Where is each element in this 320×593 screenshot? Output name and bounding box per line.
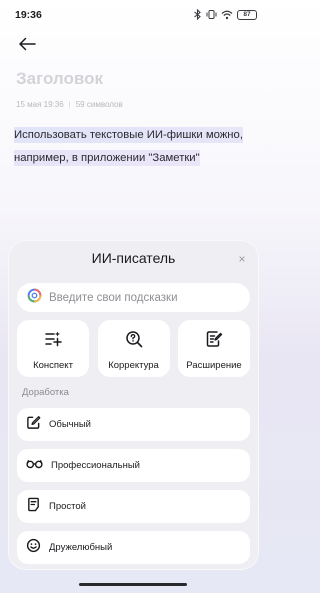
edit-icon (26, 415, 41, 435)
tone-label: Обычный (49, 419, 91, 430)
vibrate-icon (206, 9, 217, 20)
selected-text[interactable]: Использовать текстовые ИИ-фишки можно, н… (14, 127, 243, 166)
document-icon (26, 497, 41, 517)
panel-title: ИИ-писатель (91, 250, 176, 266)
meta-separator: | (68, 100, 71, 109)
wifi-icon (221, 10, 233, 20)
battery-icon: 87 (237, 9, 257, 20)
note-date: 15 мая 19:36 (16, 100, 64, 109)
prompt-input[interactable]: Введите свои подсказки (17, 283, 250, 312)
note-title[interactable]: Заголовок (16, 69, 103, 89)
ai-writer-panel: ИИ-писатель × Введите свои подсказки Кон… (8, 240, 259, 570)
proofread-button[interactable]: Корректура (97, 320, 170, 377)
status-icons: 87 (193, 9, 257, 20)
tone-label: Профессиональный (51, 460, 140, 471)
status-bar: 19:36 87 (0, 0, 267, 28)
summary-button[interactable]: Конспект (17, 320, 89, 377)
back-arrow-icon (18, 37, 36, 56)
tone-friendly-button[interactable]: Дружелюбный (17, 531, 250, 564)
tone-label: Дружелюбный (49, 542, 113, 553)
bluetooth-icon (193, 9, 202, 20)
tone-simple-button[interactable]: Простой (17, 490, 250, 523)
back-button[interactable] (15, 34, 39, 58)
ai-sparkle-icon (27, 288, 42, 308)
summary-icon (44, 330, 62, 353)
proofread-label: Корректура (108, 360, 159, 371)
expand-button[interactable]: Расширение (178, 320, 250, 377)
smile-icon (26, 538, 41, 558)
note-char-count: 59 символов (75, 100, 123, 109)
proofread-icon (125, 330, 143, 353)
summary-label: Конспект (33, 360, 73, 371)
expand-icon (205, 330, 223, 353)
note-body[interactable]: Использовать текстовые ИИ-фишки можно, н… (14, 124, 252, 170)
section-label-refine: Доработка (22, 387, 69, 398)
home-indicator[interactable] (79, 583, 187, 586)
tone-list: Обычный Профессиональный Простой Дружелю… (17, 408, 250, 572)
tone-professional-button[interactable]: Профессиональный (17, 449, 250, 482)
tone-regular-button[interactable]: Обычный (17, 408, 250, 441)
prompt-placeholder: Введите свои подсказки (49, 291, 178, 304)
expand-label: Расширение (186, 360, 242, 371)
action-tiles: Конспект Корректура Расширение (17, 320, 250, 377)
status-time: 19:36 (15, 9, 42, 21)
close-icon[interactable]: × (235, 252, 249, 266)
note-meta: 15 мая 19:36 | 59 символов (16, 100, 123, 109)
tone-label: Простой (49, 501, 86, 512)
glasses-icon (26, 456, 43, 476)
